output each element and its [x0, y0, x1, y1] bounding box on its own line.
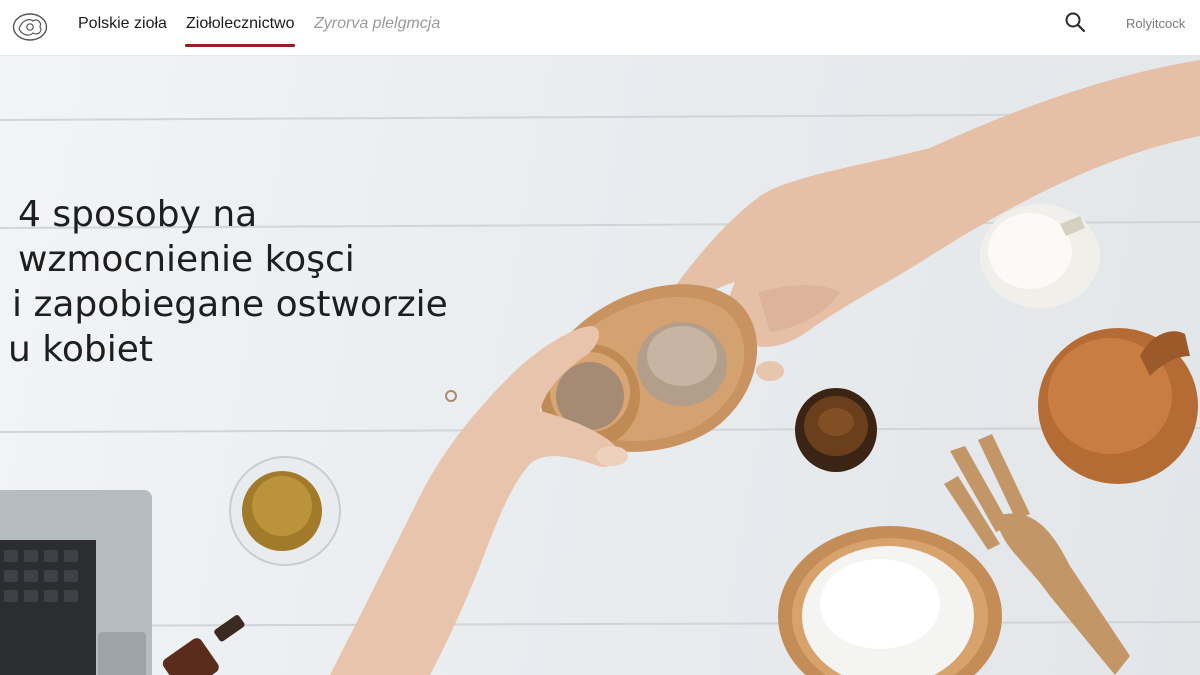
headline-line: wzmocnienie koşci [18, 239, 355, 280]
headline-line: 4 sposoby na [18, 194, 258, 235]
herb-logo-icon[interactable] [11, 11, 49, 43]
account-link[interactable]: Rolyitcock [1126, 16, 1185, 31]
nav-item-label: Polskie zioła [78, 15, 167, 32]
search-icon[interactable] [1063, 10, 1087, 34]
nav-item-third[interactable]: Zyrorva plelgmcja [314, 15, 440, 33]
nav-item-polskie-ziola[interactable]: Polskie zioła [78, 15, 167, 33]
nav-item-label: Ziołolecznictwo [186, 15, 295, 32]
headline-line: i zapobiegane ostworzie [12, 284, 448, 325]
active-tab-indicator [185, 44, 296, 47]
top-navigation-bar: Polskie zioła Ziołolecznictwo Zyrorva pl… [0, 0, 1200, 56]
hero-banner: 4 sposoby na wzmocnienie koşci i zapobie… [0, 56, 1200, 675]
nav-item-ziololecznictwo[interactable]: Ziołolecznictwo [185, 15, 296, 47]
headline-line: u kobiet [8, 329, 153, 370]
nav-item-label: Zyrorva plelgmcja [314, 15, 441, 32]
hero-headline: 4 sposoby na wzmocnienie koşci i zapobie… [8, 192, 478, 372]
laptop-illustration [0, 490, 152, 675]
